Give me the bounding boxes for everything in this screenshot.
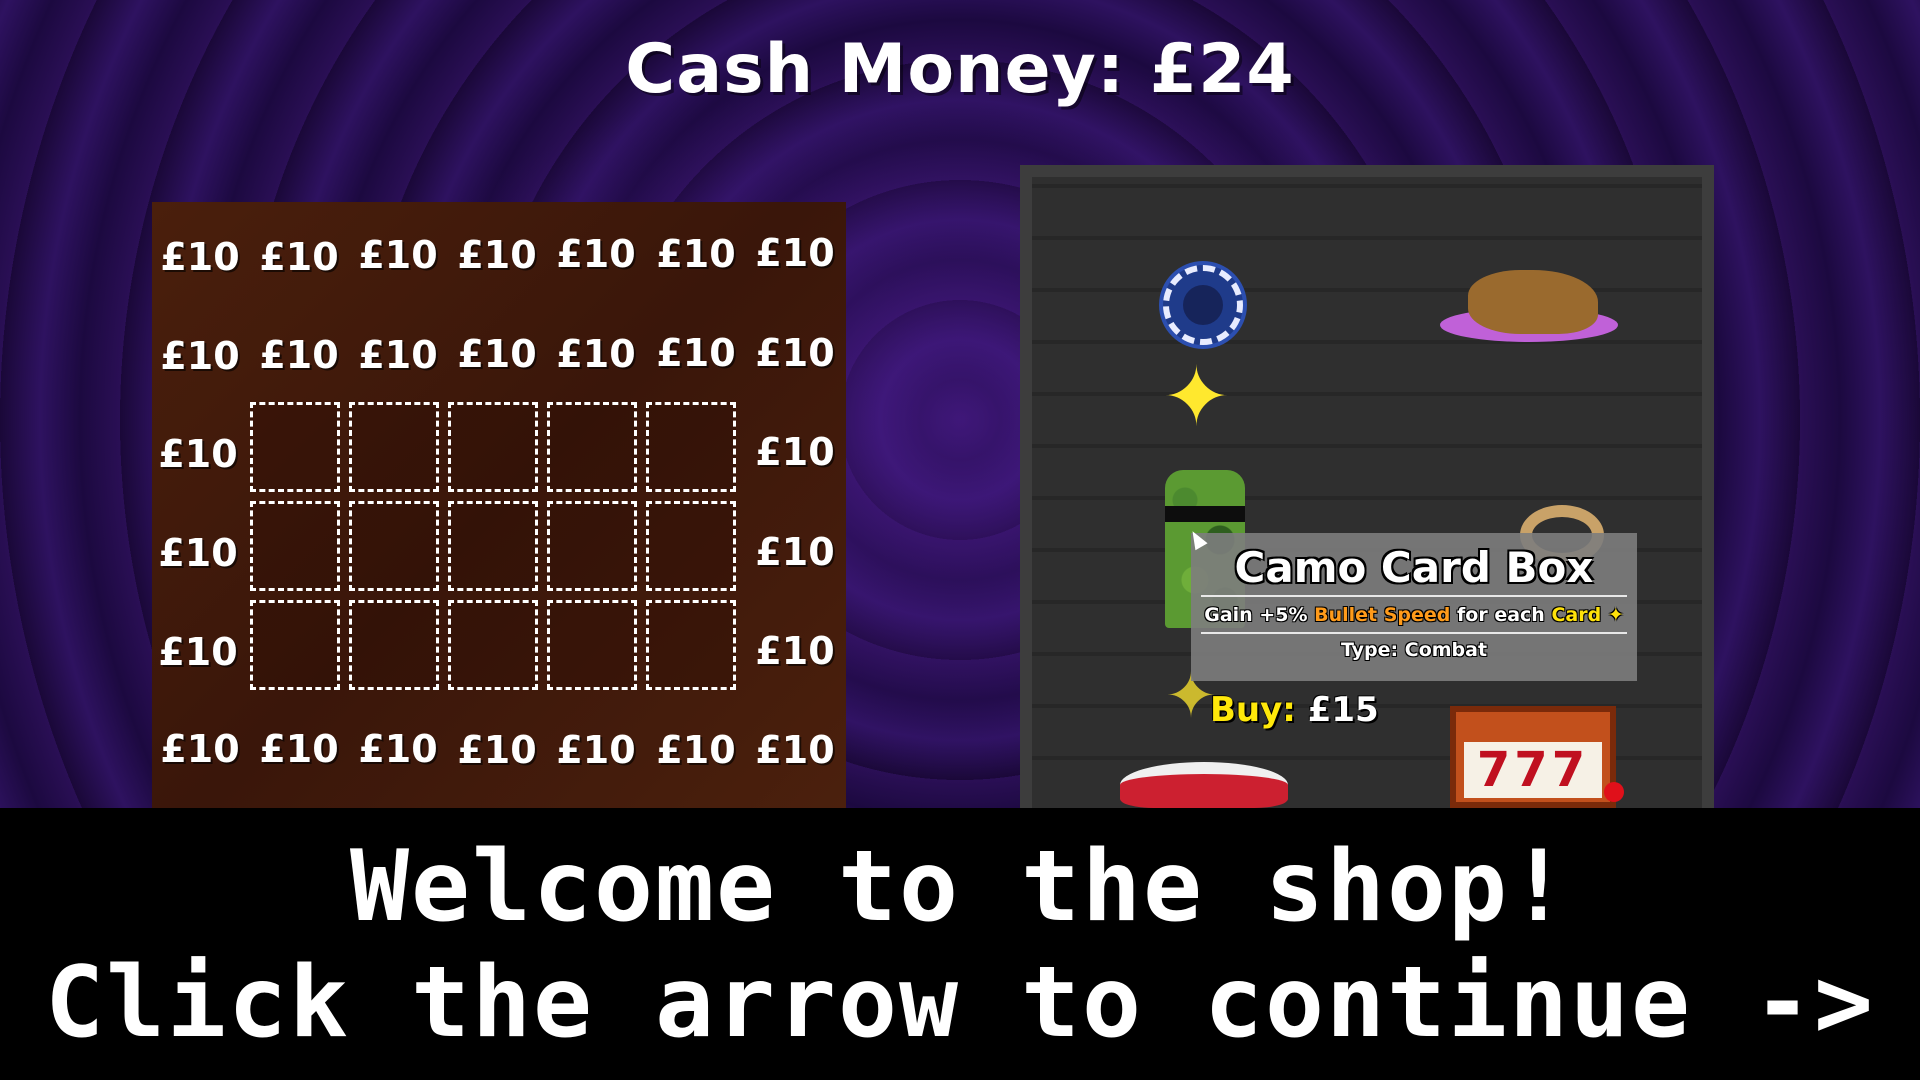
buy-amount: £15 [1307,690,1379,730]
empty-slot[interactable] [646,600,736,690]
price-label[interactable]: £10 [449,230,545,280]
empty-slot[interactable] [250,402,340,492]
dialog-line-welcome: Welcome to the shop! [349,830,1571,944]
sparkle-icon[interactable]: ✦ [1162,357,1231,439]
empty-slot[interactable] [547,600,637,690]
desc-stat: Bullet Speed [1314,604,1451,626]
empty-slot[interactable] [547,501,637,591]
price-label[interactable]: £10 [548,725,644,775]
price-label[interactable]: £10 [747,427,843,477]
tooltip-type: Type: Combat [1340,639,1488,661]
empty-slot[interactable] [646,402,736,492]
chicken-nugget-icon[interactable] [1468,270,1598,334]
desc-card: Card [1551,604,1602,626]
empty-slot[interactable] [250,600,340,690]
price-label[interactable]: £10 [251,724,347,774]
price-label[interactable]: £10 [350,230,446,280]
dialog-box[interactable]: Welcome to the shop! Click the arrow to … [0,808,1920,1080]
empty-slot[interactable] [349,501,439,591]
price-label[interactable]: £10 [648,328,744,378]
poker-chip-icon[interactable] [1163,265,1243,345]
price-label[interactable]: £10 [251,232,347,282]
tooltip-divider [1201,632,1627,634]
price-label[interactable]: £10 [449,329,545,379]
tooltip-divider [1201,595,1627,597]
price-label[interactable]: £10 [152,232,248,282]
price-label[interactable]: £10 [747,328,843,378]
card-sparkle-icon: ✦ [1607,604,1624,626]
buy-label: Buy: [1210,690,1296,730]
price-label[interactable]: £10 [350,330,446,380]
buy-price[interactable]: Buy: £15 [1210,688,1379,732]
plate-icon[interactable] [1120,762,1288,808]
price-label[interactable]: £10 [150,627,246,677]
cash-money-display: Cash Money: £24 [625,30,1295,109]
slot-machine-icon[interactable]: 777 [1450,706,1624,808]
empty-slot[interactable] [646,501,736,591]
price-label[interactable]: £10 [350,724,446,774]
tooltip-description: Gain +5% Bullet Speed for each Card ✦ [1191,602,1637,628]
slot-machine-sevens: 777 [1476,742,1590,798]
price-label[interactable]: £10 [152,724,248,774]
price-label[interactable]: £10 [648,229,744,279]
price-label[interactable]: £10 [747,228,843,278]
price-label[interactable]: £10 [747,725,843,775]
price-label[interactable]: £10 [548,229,644,279]
price-label[interactable]: £10 [747,626,843,676]
empty-slot[interactable] [349,600,439,690]
tooltip-title: Camo Card Box [1234,543,1594,592]
price-label[interactable]: £10 [548,329,644,379]
empty-slot[interactable] [448,402,538,492]
desc-mid: for each [1457,604,1545,626]
price-label[interactable]: £10 [251,330,347,380]
price-label[interactable]: £10 [152,331,248,381]
price-label[interactable]: £10 [747,527,843,577]
dialog-line-continue: Click the arrow to continue -> [44,946,1876,1060]
empty-slot[interactable] [547,402,637,492]
empty-slot[interactable] [349,402,439,492]
item-tooltip: Camo Card Box Gain +5% Bullet Speed for … [1191,533,1637,681]
empty-slot[interactable] [448,600,538,690]
empty-slot[interactable] [250,501,340,591]
price-label[interactable]: £10 [648,725,744,775]
empty-slot[interactable] [448,501,538,591]
slot-board: £10 £10 £10 £10 £10 £10 £10 £10 £10 £10 … [152,202,846,808]
desc-prefix: Gain +5% [1204,604,1308,626]
price-label[interactable]: £10 [449,725,545,775]
price-label[interactable]: £10 [150,528,246,578]
price-label[interactable]: £10 [150,429,246,479]
